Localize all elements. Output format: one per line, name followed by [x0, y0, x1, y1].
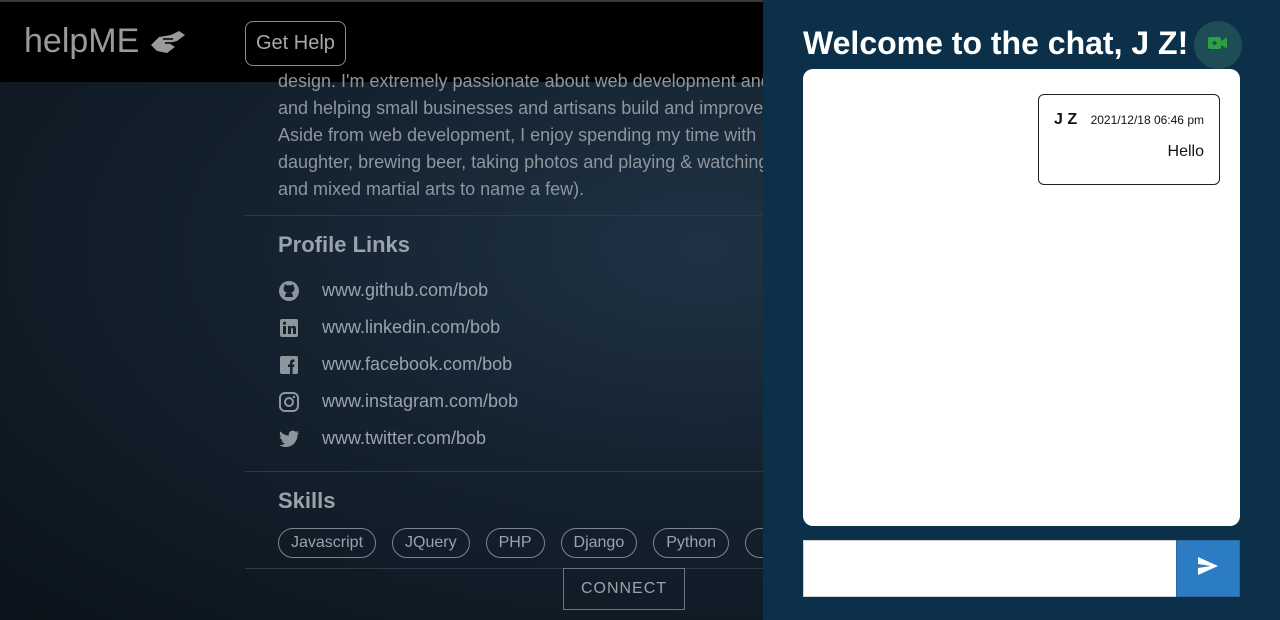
brand-logo[interactable]: helpME: [24, 22, 187, 61]
bio-line: and mixed martial arts to name a few).: [278, 179, 585, 199]
skill-tag: Javascript: [278, 528, 377, 558]
skills-title: Skills: [278, 488, 336, 513]
profile-links-title: Profile Links: [278, 232, 411, 257]
bio-line: and helping small businesses and artisan…: [278, 98, 764, 118]
chat-panel: Welcome to the chat, J Z! J Z 2021/12/18…: [763, 0, 1280, 620]
message-composer: [803, 540, 1240, 597]
profile-section: design. I'm extremely passionate about w…: [245, 60, 845, 569]
skill-tag: JQuery: [392, 528, 470, 558]
profile-link-twitter[interactable]: www.twitter.com/bob: [278, 420, 845, 457]
profile-link-instagram[interactable]: www.instagram.com/bob: [278, 383, 845, 420]
skills-list: Javascript JQuery PHP Django Python: [245, 514, 845, 558]
divider: [245, 568, 845, 569]
message-list: J Z 2021/12/18 06:46 pm Hello: [803, 69, 1240, 526]
profile-links-list: www.github.com/bob www.linkedin.com/bob …: [245, 258, 845, 457]
helping-hand-icon: [149, 27, 187, 57]
message-author: J Z: [1054, 111, 1078, 128]
chat-message: J Z 2021/12/18 06:46 pm Hello: [1038, 94, 1220, 185]
facebook-icon: [278, 354, 300, 376]
skill-tag: Python: [653, 528, 730, 558]
bio-line: design. I'm extremely passionate about w…: [278, 71, 771, 91]
video-camera-icon: [1208, 36, 1228, 55]
connect-button[interactable]: CONNECT: [563, 568, 685, 610]
skill-tag: Django: [560, 528, 638, 558]
send-icon: [1197, 556, 1219, 581]
link-label: www.facebook.com/bob: [322, 354, 513, 374]
message-text: Hello: [1167, 143, 1204, 160]
profile-link-facebook[interactable]: www.facebook.com/bob: [278, 346, 845, 383]
message-header: J Z 2021/12/18 06:46 pm: [1054, 111, 1204, 129]
link-label: www.github.com/bob: [322, 280, 489, 300]
brand-name: helpME: [24, 22, 140, 60]
skill-tag: PHP: [485, 528, 545, 558]
link-label: www.linkedin.com/bob: [322, 317, 501, 337]
video-call-button[interactable]: [1194, 21, 1242, 69]
chat-title: Welcome to the chat, J Z!: [803, 25, 1189, 61]
profile-link-linkedin[interactable]: www.linkedin.com/bob: [278, 309, 845, 346]
profile-bio: design. I'm extremely passionate about w…: [245, 60, 845, 203]
instagram-icon: [278, 391, 300, 413]
github-icon: [278, 280, 300, 302]
bio-line: daughter, brewing beer, taking photos an…: [278, 152, 769, 172]
bio-line: Aside from web development, I enjoy spen…: [278, 125, 757, 145]
message-input[interactable]: [803, 540, 1176, 597]
send-button[interactable]: [1176, 540, 1240, 597]
message-timestamp: 2021/12/18 06:46 pm: [1090, 113, 1204, 127]
link-label: www.instagram.com/bob: [322, 391, 519, 411]
profile-link-github[interactable]: www.github.com/bob: [278, 272, 845, 309]
link-label: www.twitter.com/bob: [322, 428, 487, 448]
linkedin-icon: [278, 317, 300, 339]
twitter-icon: [278, 428, 300, 450]
